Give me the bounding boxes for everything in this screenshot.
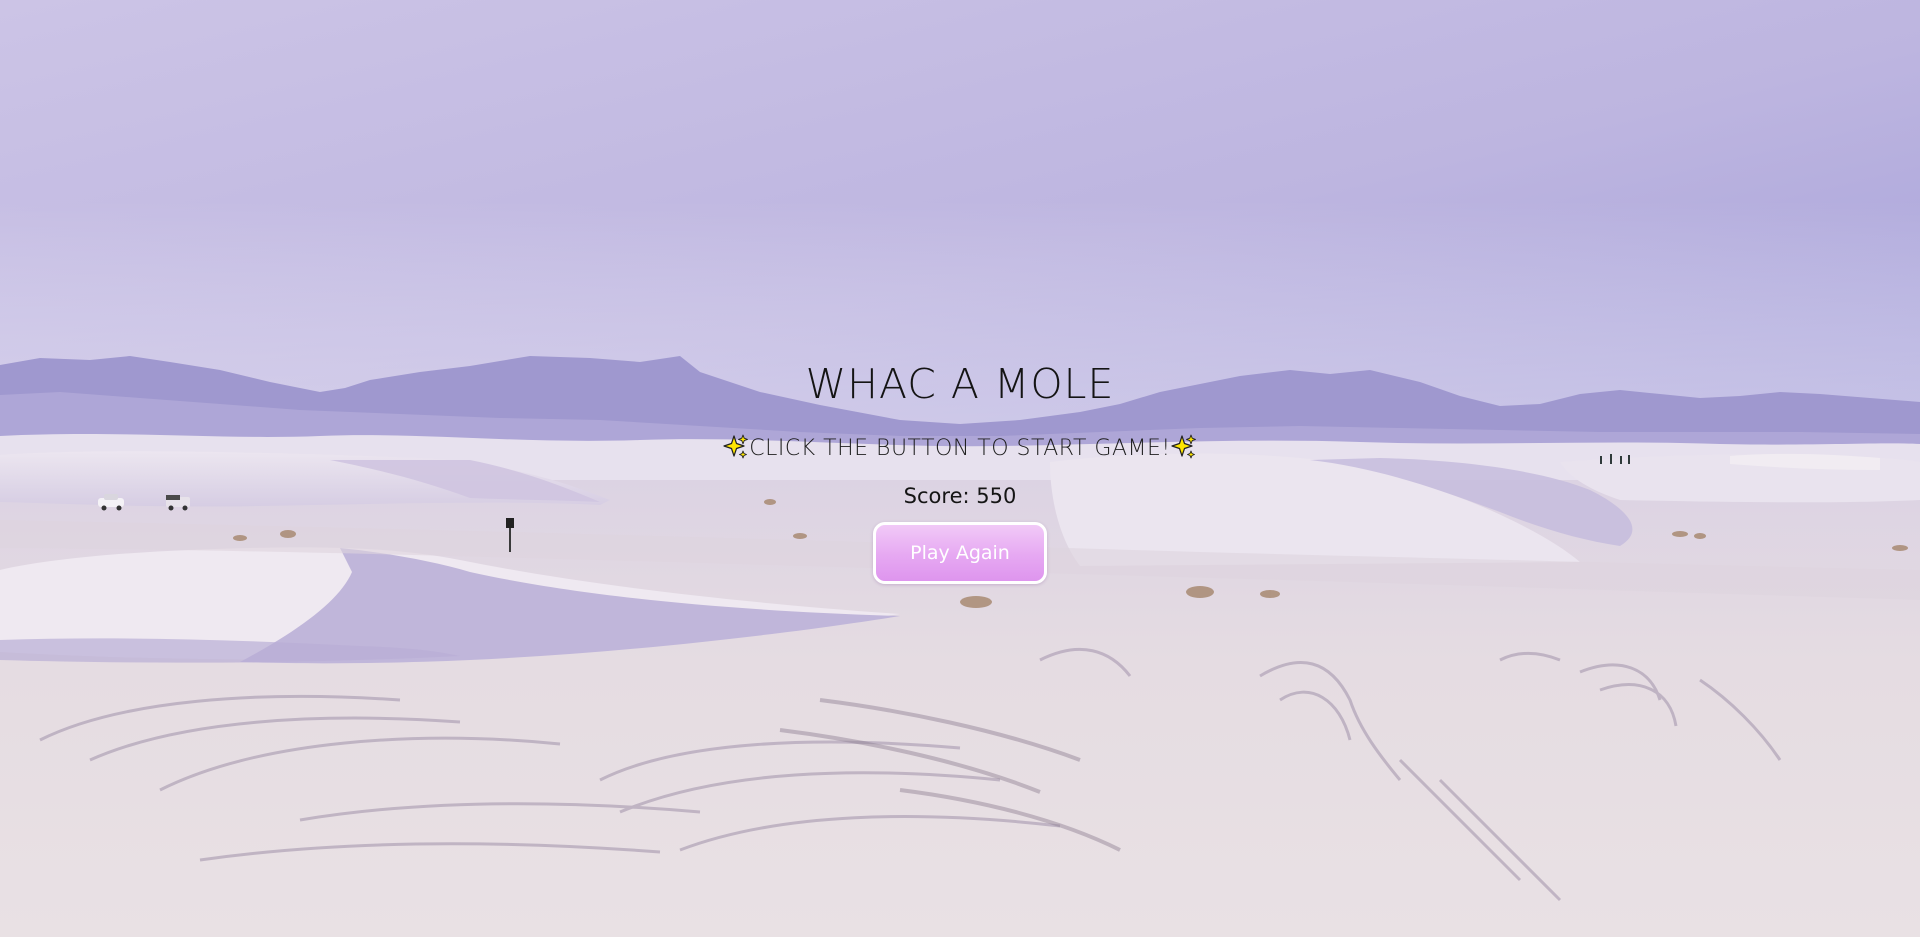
desert-background	[0, 0, 1920, 937]
play-again-button[interactable]: Play Again	[873, 522, 1047, 584]
background-landscape	[0, 0, 1920, 937]
